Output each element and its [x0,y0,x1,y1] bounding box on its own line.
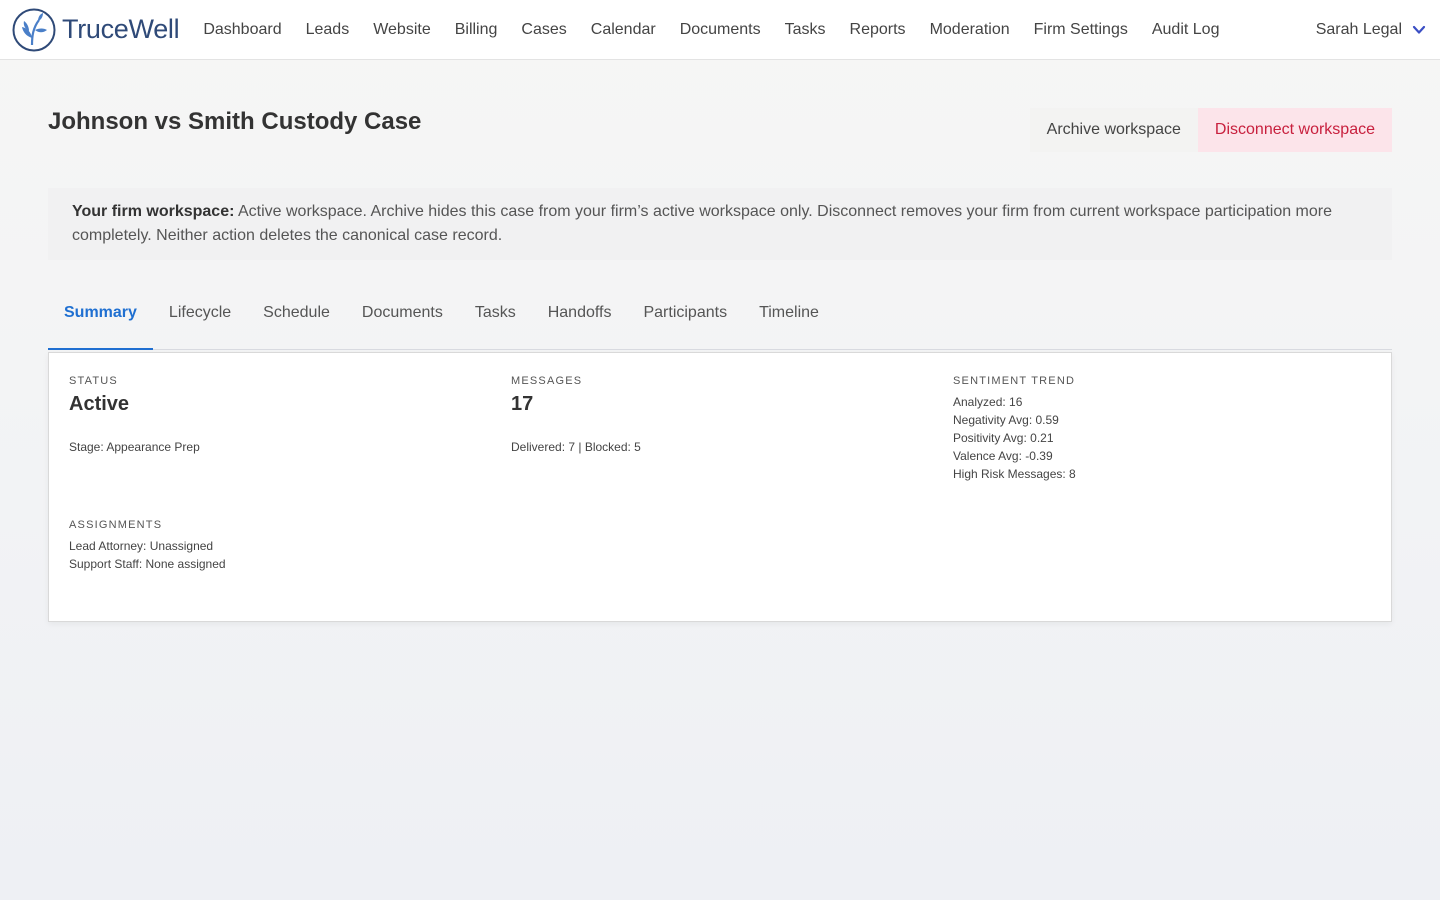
tab-summary[interactable]: Summary [48,302,153,350]
assignments-block: Assignments Lead Attorney: Unassigned Su… [69,519,511,573]
nav-item-cases[interactable]: Cases [509,0,578,60]
nav-item-dashboard[interactable]: Dashboard [191,0,293,60]
disconnect-workspace-button[interactable]: Disconnect workspace [1197,108,1392,152]
messages-block: Messages 17 Delivered: 7 | Blocked: 5 [511,375,953,483]
page-title: Johnson vs Smith Custody Case [48,108,422,135]
summary-card: Status Active Stage: Appearance Prep Mes… [48,352,1392,622]
nav-item-moderation[interactable]: Moderation [918,0,1022,60]
sentiment-negativity: Negativity Avg: 0.59 [953,413,1059,427]
chevron-down-icon [1412,25,1426,34]
nav-item-audit-log[interactable]: Audit Log [1140,0,1232,60]
tab-lifecycle[interactable]: Lifecycle [153,302,247,350]
nav-item-firm-settings[interactable]: Firm Settings [1022,0,1140,60]
support-staff: Support Staff: None assigned [69,557,226,571]
nav-item-calendar[interactable]: Calendar [579,0,668,60]
user-name: Sarah Legal [1315,21,1402,38]
workspace-notice: Your firm workspace: Active workspace. A… [48,188,1392,260]
nav-item-documents[interactable]: Documents [668,0,773,60]
tab-timeline[interactable]: Timeline [743,302,835,350]
status-label: Status [69,375,118,387]
tab-handoffs[interactable]: Handoffs [532,302,628,350]
nav-item-reports[interactable]: Reports [838,0,918,60]
tab-documents[interactable]: Documents [346,302,459,350]
status-value: Active [69,393,130,415]
messages-label: Messages [511,375,583,387]
sentiment-valence: Valence Avg: -0.39 [953,449,1053,463]
assignments-label: Assignments [69,519,163,531]
nav-item-tasks[interactable]: Tasks [773,0,838,60]
nav-item-website[interactable]: Website [361,0,443,60]
tab-schedule[interactable]: Schedule [247,302,346,350]
status-block: Status Active Stage: Appearance Prep [69,375,511,483]
sentiment-analyzed: Analyzed: 16 [953,395,1023,409]
leaf-sprout-icon [12,8,56,51]
sentiment-block: Sentiment Trend Analyzed: 16 Negativity … [953,375,1371,483]
nav-item-leads[interactable]: Leads [294,0,362,60]
sentiment-label: Sentiment Trend [953,375,1076,387]
notice-lead: Your firm workspace: [72,203,235,220]
messages-detail: Delivered: 7 | Blocked: 5 [511,440,641,454]
main-nav: Dashboard Leads Website Billing Cases Ca… [191,0,1231,60]
page-header: Johnson vs Smith Custody Case Archive wo… [48,108,1392,152]
tab-participants[interactable]: Participants [627,302,743,350]
sentiment-positivity: Positivity Avg: 0.21 [953,431,1054,445]
lead-attorney: Lead Attorney: Unassigned [69,539,214,553]
user-menu[interactable]: Sarah Legal [1316,0,1426,60]
notice-text: Active workspace. Archive hides this cas… [72,203,1333,244]
case-page: Johnson vs Smith Custody Case Archive wo… [0,60,1440,622]
top-navigation: TruceWell Dashboard Leads Website Billin… [0,0,1440,60]
brand[interactable]: TruceWell [12,8,180,52]
case-tabs: Summary Lifecycle Schedule Documents Tas… [48,302,1392,350]
tab-tasks[interactable]: Tasks [459,302,532,350]
brand-name: TruceWell [62,14,180,44]
nav-item-billing[interactable]: Billing [443,0,510,60]
stage-text: Stage: Appearance Prep [69,440,200,454]
archive-workspace-button[interactable]: Archive workspace [1029,108,1198,152]
messages-count: 17 [511,393,534,415]
workspace-actions: Archive workspace Disconnect workspace [1029,108,1392,152]
sentiment-high-risk: High Risk Messages: 8 [953,467,1076,481]
